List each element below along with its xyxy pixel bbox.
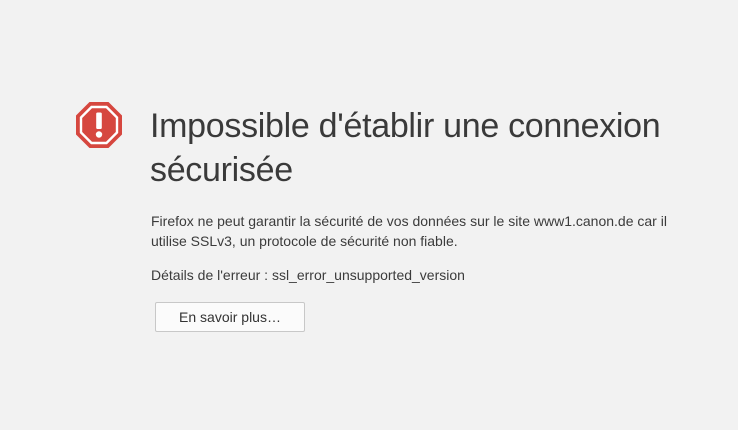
error-page: Impossible d'établir une connexion sécur…: [0, 0, 738, 430]
learn-more-button[interactable]: En savoir plus…: [155, 302, 305, 332]
error-description: Firefox ne peut garantir la sécurité de …: [151, 213, 667, 249]
error-details: Détails de l'erreur : ssl_error_unsuppor…: [151, 267, 465, 283]
warning-octagon-icon: [74, 100, 124, 150]
error-title: Impossible d'établir une connexion sécur…: [150, 107, 661, 189]
